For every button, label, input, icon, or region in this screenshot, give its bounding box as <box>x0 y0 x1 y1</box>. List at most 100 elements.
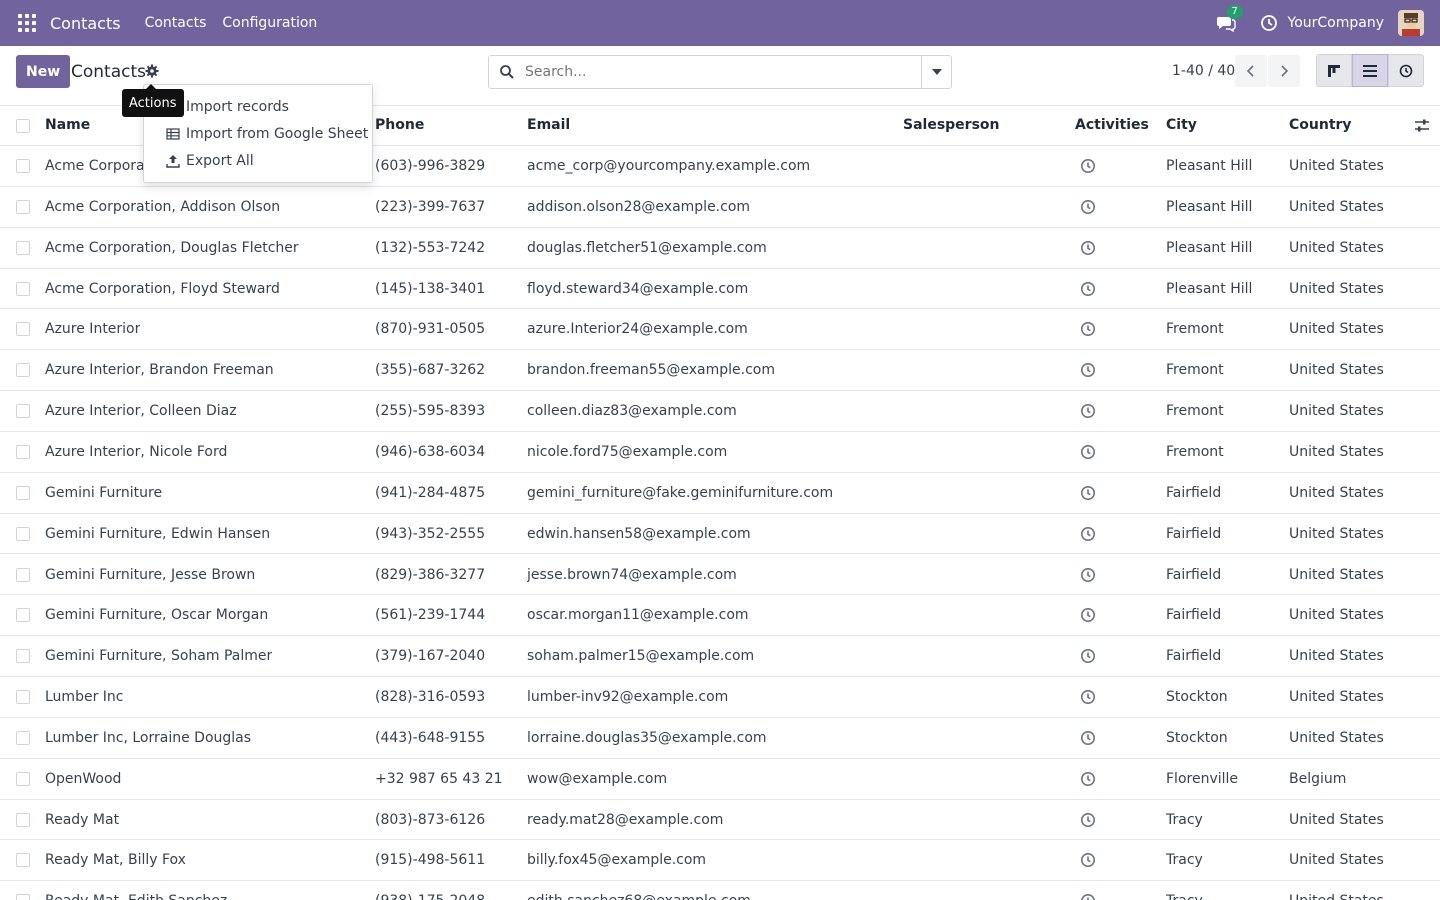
apps-menu-icon[interactable] <box>18 14 36 32</box>
row-checkbox[interactable] <box>16 404 30 419</box>
row-checkbox[interactable] <box>16 567 30 582</box>
table-row[interactable]: Azure Interior, Brandon Freeman (355)-687… <box>0 350 1440 392</box>
cell-phone: (443)-648-9155 <box>375 729 486 746</box>
cell-country: Belgium <box>1289 770 1347 787</box>
row-checkbox[interactable] <box>16 444 30 459</box>
activity-clock-icon[interactable] <box>1080 567 1096 583</box>
activity-view-button[interactable] <box>1388 54 1424 87</box>
table-row[interactable]: Acme Corporation, Floyd Steward (145)-138… <box>0 269 1440 310</box>
table-row[interactable]: Azure Interior (870)-931-0505 azure.Interi… <box>0 309 1440 351</box>
table-row[interactable]: Gemini Furniture, Jesse Brown (829)-386-3… <box>0 555 1440 596</box>
row-checkbox[interactable] <box>16 159 30 173</box>
table-row[interactable]: Gemini Furniture, Oscar Morgan (561)-239-… <box>0 595 1440 637</box>
cell-email: ready.mat28@example.com <box>527 811 724 828</box>
menu-contacts[interactable]: Contacts <box>145 15 207 31</box>
kanban-view-button[interactable] <box>1316 54 1352 87</box>
activity-clock-icon[interactable] <box>1080 403 1096 419</box>
cell-country: United States <box>1289 689 1384 706</box>
cell-country: United States <box>1289 607 1384 624</box>
activity-clock-icon[interactable] <box>1080 648 1096 664</box>
activity-clock-icon[interactable] <box>1080 240 1096 256</box>
row-checkbox[interactable] <box>16 199 30 214</box>
row-checkbox[interactable] <box>16 894 30 900</box>
search-options-toggle[interactable] <box>921 56 951 88</box>
table-row[interactable]: Lumber Inc (828)-316-0593 lumber-inv92@exa… <box>0 677 1440 718</box>
row-checkbox[interactable] <box>16 649 30 664</box>
messages-icon[interactable]: 7 <box>1216 5 1243 33</box>
cell-name: Lumber Inc <box>45 689 124 706</box>
table-row[interactable]: OpenWood +32 987 65 43 21 wow@example.com F… <box>0 759 1440 800</box>
table-row[interactable]: Acme Corporation, Douglas Fletcher (132)-… <box>0 228 1440 269</box>
activity-clock-icon[interactable] <box>1080 689 1096 705</box>
column-header-city[interactable]: City <box>1166 106 1197 144</box>
activity-clock-icon[interactable] <box>1080 730 1096 746</box>
new-button[interactable]: New <box>16 55 71 88</box>
activity-clock-icon[interactable] <box>1080 199 1096 215</box>
row-checkbox[interactable] <box>16 853 30 868</box>
user-avatar[interactable] <box>1398 10 1424 36</box>
row-checkbox[interactable] <box>16 322 30 337</box>
activity-clock-icon[interactable] <box>1080 362 1096 378</box>
column-header-country[interactable]: Country <box>1289 106 1352 144</box>
cell-city: Fairfield <box>1166 607 1222 624</box>
select-all-checkbox[interactable] <box>16 119 30 133</box>
row-checkbox[interactable] <box>16 730 30 745</box>
table-row[interactable]: Ready Mat, Billy Fox (915)-498-5611 billy.… <box>0 840 1440 882</box>
cell-city: Fremont <box>1166 443 1224 460</box>
import-google-sheet-item[interactable]: Import from Google Sheet <box>144 120 372 147</box>
column-header-email[interactable]: Email <box>527 106 570 144</box>
row-checkbox[interactable] <box>16 281 30 296</box>
table-row[interactable]: Gemini Furniture (941)-284-4875 gemini_fur… <box>0 473 1440 514</box>
cell-phone: (946)-638-6034 <box>375 443 486 460</box>
optional-columns-icon[interactable] <box>1414 118 1430 134</box>
row-checkbox[interactable] <box>16 812 30 827</box>
column-header-name[interactable]: Name <box>45 106 90 144</box>
search-input[interactable] <box>525 64 915 80</box>
activity-clock-icon[interactable] <box>1080 771 1096 787</box>
export-all-item[interactable]: Export All <box>144 147 372 174</box>
row-checkbox[interactable] <box>16 526 30 541</box>
table-row[interactable]: Lumber Inc, Lorraine Douglas (443)-648-91… <box>0 718 1440 759</box>
row-checkbox[interactable] <box>16 608 30 623</box>
column-header-phone[interactable]: Phone <box>375 106 424 144</box>
app-name[interactable]: Contacts <box>50 14 121 33</box>
list-view-button[interactable] <box>1352 54 1388 87</box>
activity-clock-icon[interactable] <box>1080 852 1096 868</box>
cell-email: oscar.morgan11@example.com <box>527 607 749 624</box>
table-row[interactable]: Gemini Furniture, Soham Palmer (379)-167-… <box>0 636 1440 678</box>
row-checkbox[interactable] <box>16 771 30 786</box>
table-row[interactable]: Acme Corporation, Addison Olson (223)-399… <box>0 187 1440 228</box>
activity-clock-icon[interactable] <box>1080 444 1096 460</box>
table-row[interactable]: Gemini Furniture, Edwin Hansen (943)-352-… <box>0 514 1440 555</box>
cell-phone: (561)-239-1744 <box>375 607 486 624</box>
table-row[interactable]: Ready Mat, Edith Sanchez (938)-175-2048 ed… <box>0 881 1440 900</box>
activity-clock-icon[interactable] <box>1080 485 1096 501</box>
cell-city: Fairfield <box>1166 566 1222 583</box>
activity-clock-icon[interactable] <box>1260 14 1278 32</box>
row-checkbox[interactable] <box>16 690 30 705</box>
gear-icon[interactable] <box>145 64 159 78</box>
table-row[interactable]: Azure Interior, Nicole Ford (946)-638-603… <box>0 432 1440 473</box>
activity-clock-icon[interactable] <box>1080 607 1096 623</box>
activity-clock-icon[interactable] <box>1080 158 1096 174</box>
cell-email: billy.fox45@example.com <box>527 852 707 869</box>
activity-clock-icon[interactable] <box>1080 281 1096 297</box>
activity-clock-icon[interactable] <box>1080 893 1096 900</box>
column-header-activities[interactable]: Activities <box>1075 106 1149 144</box>
pager-previous-button[interactable] <box>1235 55 1267 87</box>
activity-clock-icon[interactable] <box>1080 812 1096 828</box>
pager-next-button[interactable] <box>1268 55 1300 87</box>
row-checkbox[interactable] <box>16 240 30 255</box>
activity-clock-icon[interactable] <box>1080 321 1096 337</box>
menu-configuration[interactable]: Configuration <box>222 15 317 31</box>
cell-country: United States <box>1289 729 1384 746</box>
cell-name: OpenWood <box>45 770 122 787</box>
column-header-salesperson[interactable]: Salesperson <box>903 106 1000 144</box>
row-checkbox[interactable] <box>16 485 30 500</box>
company-switcher[interactable]: YourCompany <box>1288 15 1385 31</box>
table-row[interactable]: Ready Mat (803)-873-6126 ready.mat28@examp… <box>0 800 1440 841</box>
table-row[interactable]: Azure Interior, Colleen Diaz (255)-595-83… <box>0 391 1440 432</box>
pager-value[interactable]: 1-40 / 40 <box>1172 63 1235 79</box>
activity-clock-icon[interactable] <box>1080 526 1096 542</box>
row-checkbox[interactable] <box>16 363 30 378</box>
